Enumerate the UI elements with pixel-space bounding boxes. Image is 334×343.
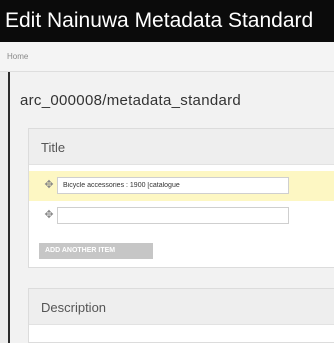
drag-handle-icon[interactable]: ✥ (43, 209, 55, 221)
add-another-item-button[interactable]: ADD ANOTHER ITEM (39, 243, 153, 259)
drag-handle-icon[interactable]: ✥ (43, 179, 55, 191)
title-item-row: ✥ (29, 171, 334, 201)
window-title: Edit Nainuwa Metadata Standard (0, 0, 334, 42)
description-field-label: Description (29, 289, 334, 325)
page-title: arc_000008/metadata_standard (20, 92, 242, 109)
title-item-input[interactable] (57, 207, 289, 224)
title-item-row: ✥ (29, 201, 334, 231)
description-field-panel: Description (28, 288, 334, 343)
breadcrumb-home-link[interactable]: Home (7, 52, 28, 61)
left-divider (8, 72, 10, 343)
breadcrumb: Home (0, 42, 334, 72)
title-field-label: Title (29, 129, 334, 165)
title-field-panel: Title ✥ ✥ ADD ANOTHER ITEM (28, 128, 334, 268)
title-item-input[interactable] (57, 177, 289, 194)
